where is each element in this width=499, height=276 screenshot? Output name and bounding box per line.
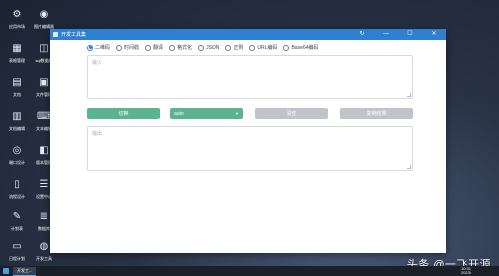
taskbar-app-button[interactable]: 开发工...	[13, 266, 37, 276]
input-placeholder: 输入	[92, 60, 103, 66]
desktop-icon-6[interactable]: ▥ 文档编辑	[4, 110, 30, 131]
resize-grip-icon[interactable]	[407, 93, 411, 97]
page-icon: ▯	[14, 179, 20, 190]
clear-button[interactable]: 清空	[255, 108, 328, 119]
radio-regex[interactable]: 正则	[225, 44, 243, 51]
refresh-icon[interactable]: ↻	[350, 29, 374, 40]
radio-dot	[116, 44, 123, 51]
maximize-button[interactable]: ☐	[398, 29, 422, 40]
radio-json[interactable]: JSON	[198, 44, 219, 51]
output-placeholder: 输出	[92, 131, 103, 137]
desktop-icon-8[interactable]: ◎ 端口设计	[4, 144, 30, 165]
radio-timestamp[interactable]: 时间戳	[116, 44, 139, 51]
resize-grip-icon[interactable]	[407, 165, 411, 169]
clock-date: 2023/	[460, 270, 471, 275]
camera-icon: ◉	[39, 9, 49, 20]
taskbar-clock[interactable]: 10:31 2023/	[460, 266, 471, 276]
desktop-icon-10[interactable]: ▯ 流程设计	[4, 178, 30, 199]
database-icon: ◫	[39, 43, 49, 54]
tool-selector: 二维码 时间戳 翻译 格式化 JSON 正则 URL编码 Base64编码	[87, 44, 318, 51]
desktop-icon-4[interactable]: ▤ 文档	[4, 76, 30, 97]
grid-icon: ▦	[12, 43, 22, 54]
terminal-icon: ▣	[39, 77, 49, 88]
taskbar: 开发工... 10:31 2023/	[0, 266, 499, 276]
radio-dot	[249, 44, 256, 51]
chart-icon: ▥	[12, 111, 22, 122]
desktop-icon-0[interactable]: ⚙ 应用市场	[4, 8, 30, 29]
desktop-icon-1[interactable]: ◉ 图片编辑器	[31, 8, 57, 29]
close-button[interactable]: ✕	[422, 29, 446, 40]
sliders-icon: ☰	[39, 179, 49, 190]
monitor-icon: ◎	[12, 145, 22, 156]
chevron-down-icon: ▼	[235, 111, 239, 116]
radio-url-encode[interactable]: URL编码	[249, 44, 277, 51]
radio-format[interactable]: 格式化	[169, 44, 192, 51]
stack-icon: ≣	[39, 211, 49, 222]
tool-icon: ✎	[12, 211, 22, 222]
radio-dot	[225, 44, 232, 51]
convert-button[interactable]: 切换	[87, 108, 160, 119]
radio-dot	[283, 44, 290, 51]
window-title: 开发工具集	[61, 32, 87, 38]
globe-icon: ◍	[39, 241, 49, 252]
radio-dot	[87, 44, 93, 51]
output-textarea[interactable]: 输出	[87, 126, 413, 171]
radio-dot	[198, 44, 205, 51]
desktop-icon-2[interactable]: ▦ 表格管理	[4, 42, 30, 63]
desktop-icon-14[interactable]: ▭ 日程计划	[4, 240, 30, 261]
app-icon	[53, 32, 58, 37]
copy-result-button[interactable]: 复制结果	[340, 108, 413, 119]
gear-icon: ⚙	[12, 9, 22, 20]
radio-dot	[169, 44, 176, 51]
start-icon[interactable]	[3, 268, 9, 274]
minimize-button[interactable]: —	[374, 29, 398, 40]
mode-select[interactable]: auto ▼	[170, 108, 243, 119]
input-textarea[interactable]: 输入	[87, 55, 413, 99]
app-window: 开发工具集 ↻ — ☐ ✕ 二维码 时间戳 翻译 格式化 JSON 正则 URL…	[50, 29, 446, 253]
radio-qrcode[interactable]: 二维码	[87, 44, 110, 51]
box-icon: ◧	[39, 145, 49, 156]
clipboard-icon: ▭	[12, 241, 22, 252]
mode-select-value: auto	[174, 110, 184, 117]
window-titlebar[interactable]: 开发工具集 ↻ — ☐ ✕	[50, 29, 446, 40]
radio-base64[interactable]: Base64编码	[283, 44, 318, 51]
desktop-icon-12[interactable]: ✎ 计划表	[4, 210, 30, 231]
code-icon: ⌨	[37, 111, 52, 122]
radio-translate[interactable]: 翻译	[145, 44, 163, 51]
radio-dot	[145, 44, 152, 51]
document-icon: ▤	[12, 77, 22, 88]
